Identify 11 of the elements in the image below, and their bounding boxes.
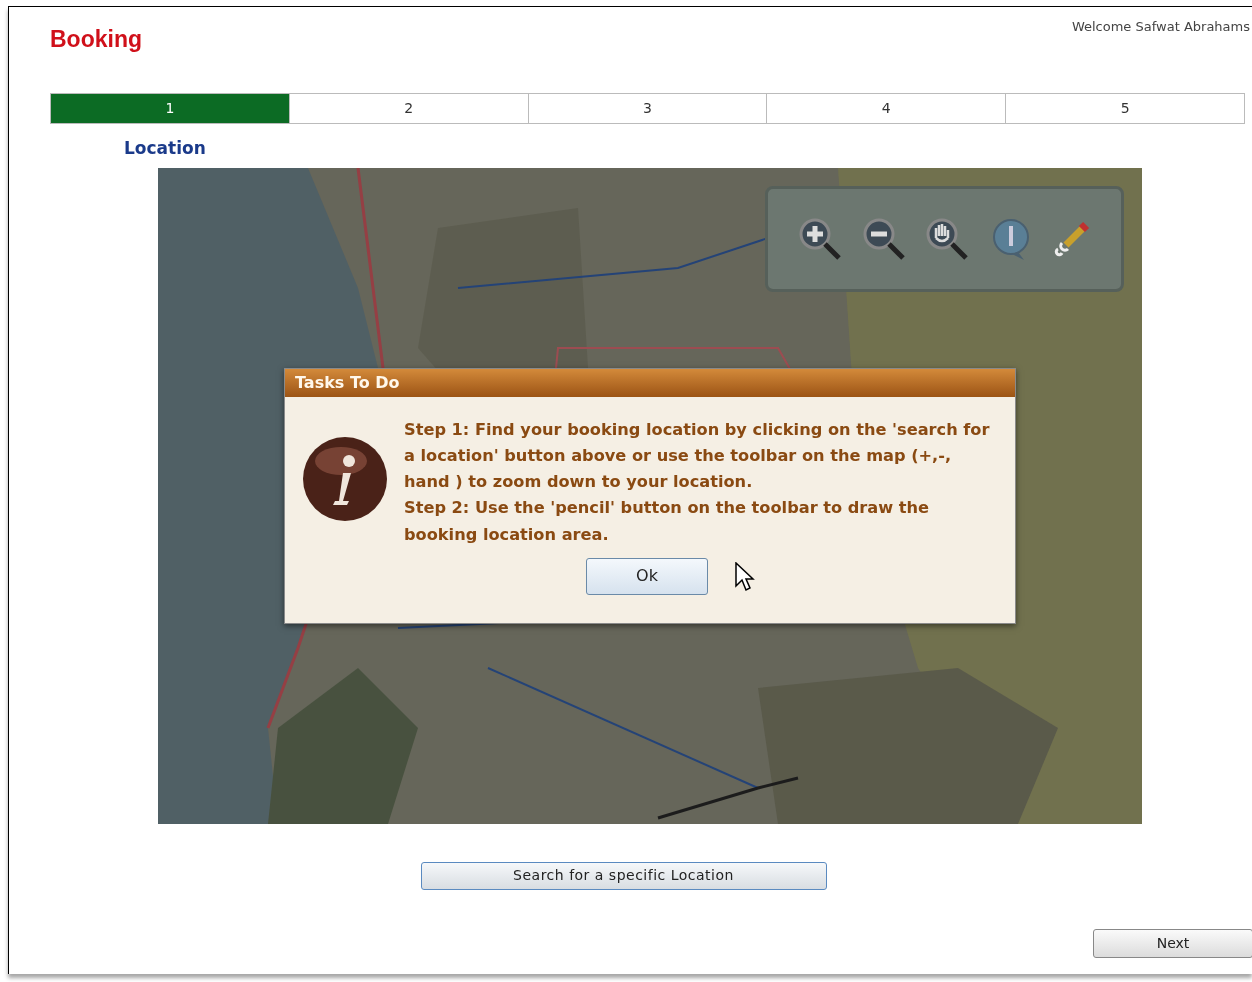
info-icon [301, 434, 389, 523]
step-tab[interactable]: 1 [51, 94, 289, 123]
page-title: Booking [50, 25, 142, 54]
dialog-message: Step 1: Find your booking location by clicking on the 'search for a location' button above or use the toolbar on the map (+,-, hand ) to zoom down to your location. Step 2: Use the 'pencil' button on the toolbar to draw the booking location area. [404, 418, 991, 546]
cursor-icon [735, 562, 755, 592]
next-button[interactable]: Next [1093, 928, 1252, 958]
search-location-button[interactable]: Search for a specific Location [420, 861, 827, 890]
dialog-title-bar: Tasks To Do [285, 368, 1015, 397]
welcome-text: Welcome Safwat Abrahams [1071, 18, 1250, 36]
ok-button[interactable]: Ok [586, 558, 708, 595]
section-title: Location [124, 137, 206, 160]
